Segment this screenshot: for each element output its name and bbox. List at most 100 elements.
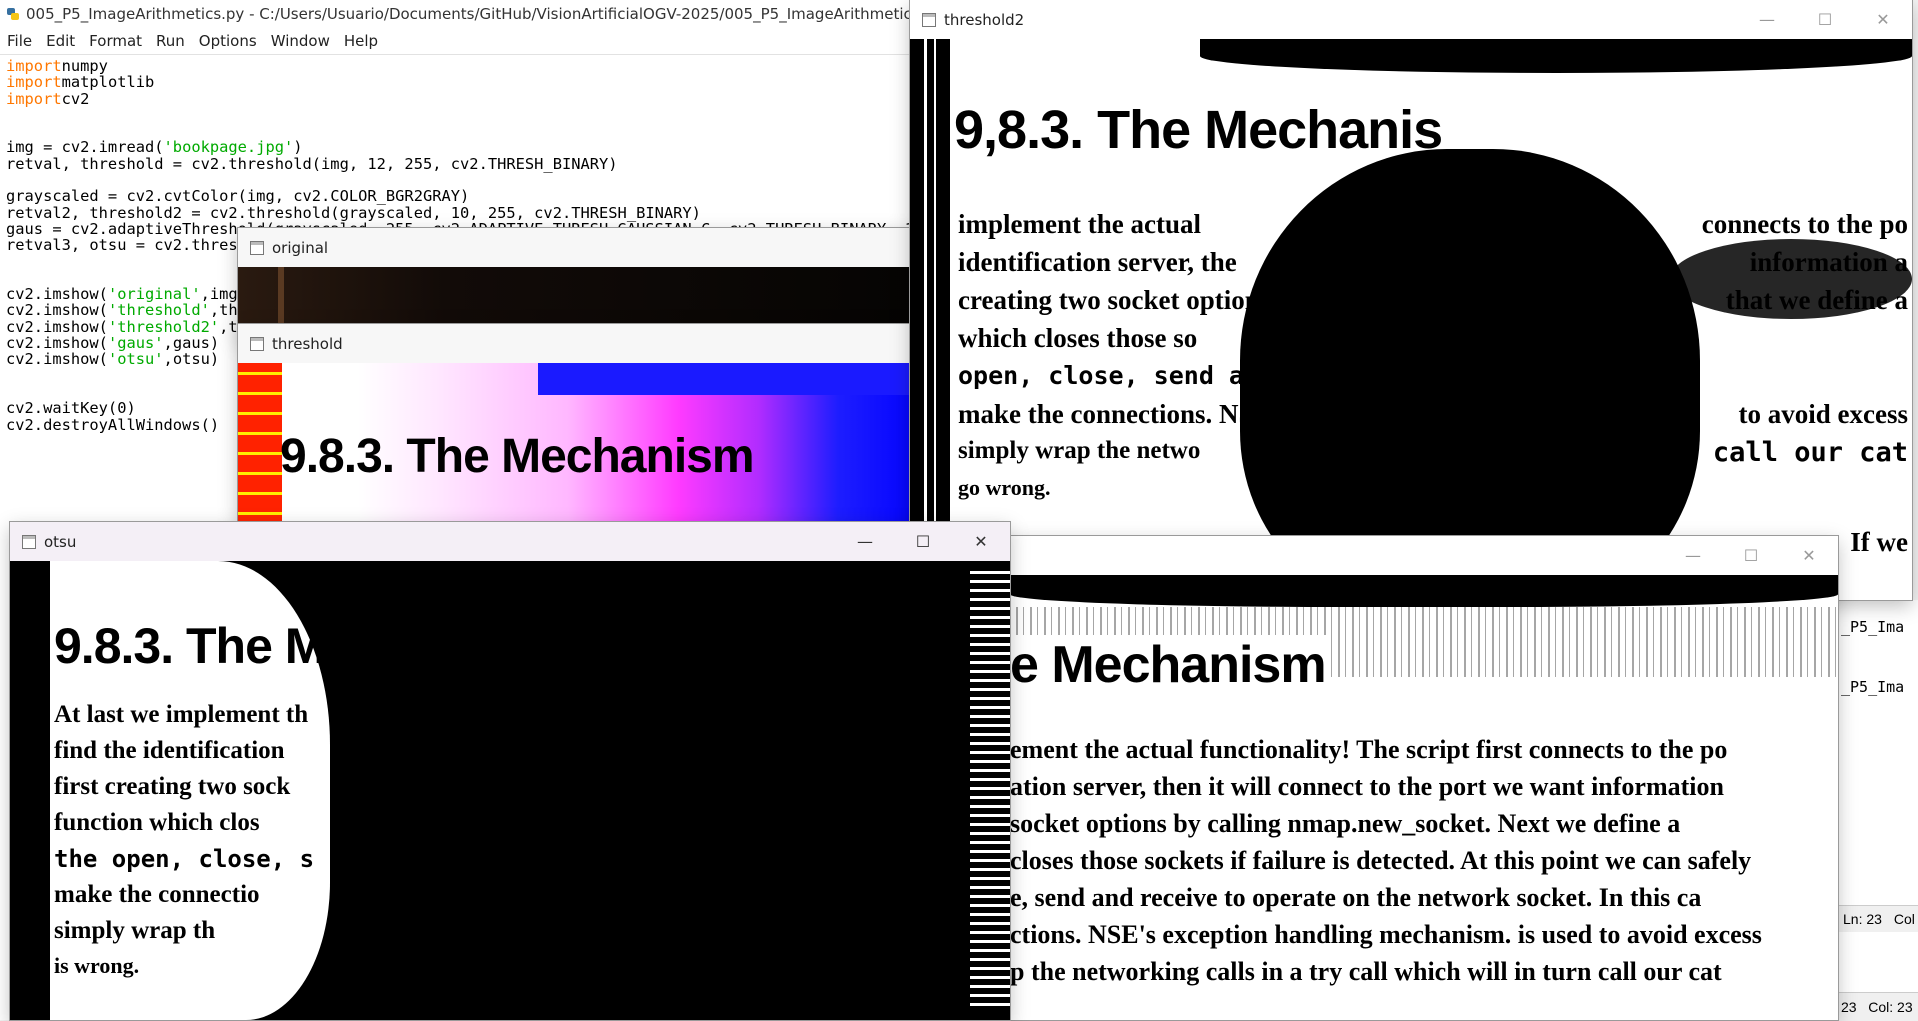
- window-title: threshold2: [944, 10, 1025, 29]
- code-keyword: import: [6, 89, 62, 108]
- menu-options[interactable]: Options: [192, 32, 264, 50]
- code-text: cv2.imshow(: [6, 285, 108, 304]
- text-line: make the connections. NSE: [958, 399, 1272, 429]
- code-text: grayscaled = cv2.cvtColor(img, cv2.COLOR…: [6, 187, 470, 206]
- code-line[interactable]: grayscaled = cv2.cvtColor(img, cv2.COLOR…: [6, 187, 916, 206]
- window-title: otsu: [44, 532, 77, 551]
- window-icon: [922, 12, 936, 27]
- close-button[interactable]: ✕: [1780, 536, 1838, 575]
- text-line: open, close, send and: [958, 361, 1275, 390]
- text-line: ement the actual functionality! The scri…: [1010, 735, 1728, 764]
- menu-edit[interactable]: Edit: [39, 32, 82, 50]
- menu-format[interactable]: Format: [82, 32, 149, 50]
- code-line[interactable]: [6, 106, 916, 122]
- close-button[interactable]: ✕: [1854, 0, 1912, 39]
- idle-titlebar[interactable]: 005_P5_ImageArithmetics.py - C:/Users/Us…: [0, 0, 916, 28]
- original-titlebar[interactable]: original: [238, 228, 928, 267]
- code-string: 'threshold2': [107, 317, 220, 336]
- code-line[interactable]: img = cv2.imread('bookpage.jpg'): [6, 138, 916, 157]
- code-line[interactable]: retval2, threshold2 = cv2.threshold(gray…: [6, 203, 916, 222]
- text-line: the open, close, s: [54, 845, 315, 873]
- threshold-titlebar[interactable]: threshold: [238, 324, 928, 363]
- threshold2-window: threshold2 — ☐ ✕ 9,8.3. The Mechanis imp…: [910, 0, 1912, 600]
- minimize-button[interactable]: —: [1738, 0, 1796, 39]
- gaus-heading: e Mechanism: [1010, 635, 1327, 695]
- window-icon: [250, 240, 264, 255]
- minimize-button[interactable]: —: [836, 522, 894, 561]
- code-string: 'otsu': [107, 350, 164, 369]
- text-line: function which clos: [54, 809, 260, 836]
- window-title: threshold: [272, 334, 343, 353]
- code-line[interactable]: importcv2: [6, 89, 916, 108]
- maximize-button[interactable]: ☐: [894, 522, 952, 561]
- code-text: cv2.imshow(: [6, 317, 108, 336]
- otsu-right-noise: [970, 571, 1010, 1011]
- minimize-button[interactable]: —: [1664, 536, 1722, 575]
- threshold-noise: [238, 363, 282, 523]
- shell-line: _P5_Ima: [1841, 618, 1905, 636]
- bottom-statusbar: 23 Col: 23: [1837, 992, 1918, 1021]
- text-line: which closes those so: [958, 323, 1198, 353]
- python-icon: [7, 8, 19, 20]
- code-text: ,otsu): [163, 350, 220, 369]
- text-line: go wrong.: [958, 475, 1051, 500]
- otsu-titlebar[interactable]: otsu — ☐ ✕: [10, 522, 1010, 561]
- code-text: retval2, threshold2 = cv2.threshold(gray…: [6, 203, 701, 222]
- central-shadow: [1240, 149, 1700, 600]
- code-line[interactable]: retval, threshold = cv2.threshold(img, 1…: [6, 154, 916, 173]
- text-line-right: we can safely: [1756, 323, 1908, 353]
- code-line[interactable]: [6, 171, 916, 187]
- text-line-right: call our cat: [1712, 437, 1908, 468]
- gaus-titlebar[interactable]: — ☐ ✕: [1010, 536, 1838, 575]
- otsu-image: 9.8.3. The Me At last we implement th fi…: [10, 561, 1010, 1020]
- otsu-heading: 9.8.3. The Me: [54, 618, 353, 674]
- threshold-window: threshold 9.8.3. The Mechanism: [238, 324, 928, 524]
- text-line: make the connectio: [54, 881, 260, 908]
- shell-line: _P5_Ima: [1841, 678, 1905, 696]
- code-string: 'threshold': [107, 301, 210, 320]
- status-line: Ln: 23: [1843, 911, 1882, 927]
- code-line[interactable]: [6, 122, 916, 138]
- original-window: original: [238, 228, 928, 338]
- menu-help[interactable]: Help: [337, 32, 385, 50]
- text-line: e, send and receive to operate on the ne…: [1010, 883, 1702, 912]
- code-text: retval, threshold = cv2.threshold(img, 1…: [6, 154, 618, 173]
- text-line-right: that we define a: [1725, 285, 1908, 315]
- text-line: is wrong.: [54, 953, 140, 978]
- shell-statusbar: Ln: 23 Col: [1837, 905, 1918, 932]
- text-line-right: information a: [1749, 247, 1908, 277]
- code-text: matplotlib: [61, 73, 155, 92]
- text-line: creating two socket option: [958, 285, 1260, 315]
- maximize-button[interactable]: ☐: [1796, 0, 1854, 39]
- code-line[interactable]: importmatplotlib: [6, 73, 916, 92]
- text-line: p the networking calls in a try call whi…: [1010, 957, 1722, 986]
- text-line: identification server, the: [958, 247, 1237, 277]
- threshold2-titlebar[interactable]: threshold2 — ☐ ✕: [910, 0, 1912, 39]
- code-keyword: import: [6, 73, 62, 92]
- gaus-window: — ☐ ✕ e Mechanism ement the actual funct…: [1010, 536, 1838, 1020]
- page-top-shadow: [1200, 39, 1912, 73]
- close-button[interactable]: ✕: [952, 522, 1010, 561]
- maximize-button[interactable]: ☐: [1722, 536, 1780, 575]
- code-text: cv2.imshow(: [6, 301, 108, 320]
- text-line: ation server, then it will connect to th…: [1010, 772, 1724, 801]
- text-line-right: to avoid excess: [1738, 399, 1908, 429]
- code-line[interactable]: importnumpy: [6, 57, 916, 75]
- code-text: cv2.imshow(: [6, 334, 108, 353]
- menu-run[interactable]: Run: [149, 32, 192, 50]
- page-edge-shadow: [910, 39, 950, 600]
- text-line-right: If we: [1850, 527, 1908, 557]
- idle-title: 005_P5_ImageArithmetics.py - C:/Users/Us…: [26, 5, 916, 23]
- code-text: cv2: [61, 89, 90, 108]
- text-line: simply wrap the netwo: [958, 437, 1201, 464]
- code-text: numpy: [61, 57, 108, 75]
- menu-window[interactable]: Window: [264, 32, 337, 50]
- code-text: cv2.waitKey(0): [6, 399, 136, 418]
- code-text: ): [293, 138, 303, 157]
- text-line: At last we implement th: [54, 701, 309, 728]
- gaus-image: e Mechanism ement the actual functionali…: [1010, 575, 1838, 1020]
- text-line-right: connects to the po: [1701, 209, 1908, 239]
- window-title: original: [272, 238, 329, 257]
- menu-file[interactable]: File: [0, 32, 39, 50]
- window-icon: [250, 336, 264, 351]
